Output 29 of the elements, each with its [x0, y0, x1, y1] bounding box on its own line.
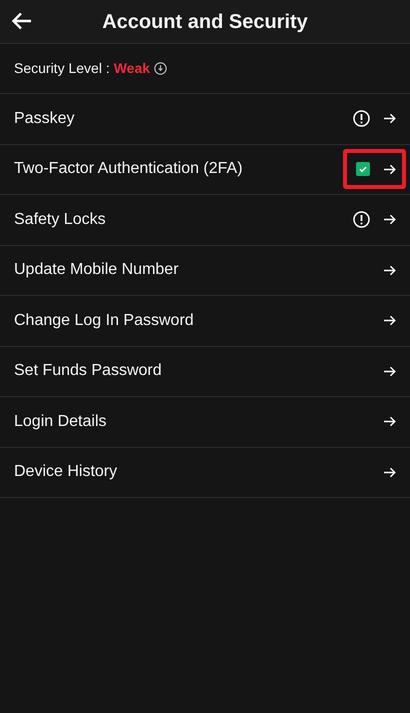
settings-row[interactable]: Device History	[0, 448, 410, 498]
settings-row[interactable]: Passkey	[0, 94, 410, 144]
page-title: Account and Security	[102, 10, 308, 34]
settings-row[interactable]: Set Funds Password	[0, 346, 410, 397]
arrow-right-icon	[384, 416, 396, 428]
row-label: Change Log In Password	[14, 310, 194, 331]
row-label: Two-Factor Authentication (2FA)	[14, 159, 243, 180]
arrow-right-icon	[384, 264, 396, 276]
security-level-value: Weak	[114, 59, 150, 78]
row-label: Passkey	[14, 108, 74, 129]
arrow-right-icon	[384, 466, 396, 478]
arrow-right-icon	[384, 315, 396, 326]
settings-row[interactable]: Two-Factor Authentication (2FA)	[0, 144, 410, 195]
row-label: Set Funds Password	[14, 361, 162, 382]
settings-row[interactable]: Safety Locks	[0, 195, 410, 246]
settings-row[interactable]: Login Details	[0, 397, 410, 448]
security-level-label: Security Level :	[14, 59, 110, 78]
row-label: Safety Locks	[14, 210, 106, 230]
row-label: Update Mobile Number	[14, 260, 179, 280]
arrow-right-icon	[384, 164, 396, 175]
arrow-right-icon	[384, 214, 396, 226]
arrow-right-icon	[384, 366, 396, 377]
back-arrow-icon	[12, 12, 32, 30]
settings-row[interactable]: Update Mobile Number	[0, 246, 410, 296]
back-button[interactable]	[12, 12, 32, 30]
arrow-right-icon	[384, 113, 396, 124]
row-label: Device History	[14, 462, 118, 482]
settings-row[interactable]: Change Log In Password	[0, 296, 410, 346]
row-label: Login Details	[14, 412, 106, 432]
